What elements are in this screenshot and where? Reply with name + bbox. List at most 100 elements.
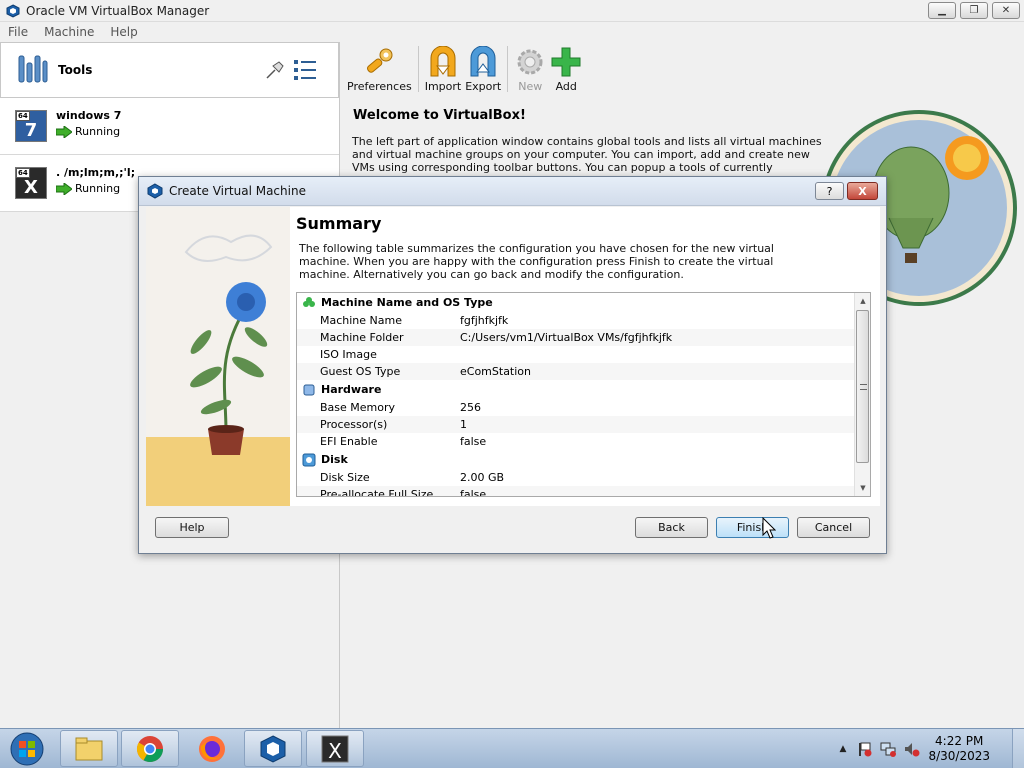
taskbar-firefox[interactable] xyxy=(183,730,241,767)
firefox-icon xyxy=(199,735,225,762)
taskbar-chrome[interactable] xyxy=(121,730,179,767)
add-plus-icon xyxy=(551,47,581,77)
folder-icon xyxy=(75,737,103,760)
virtualbox-taskbar-icon xyxy=(260,734,286,763)
scrollbar-thumb[interactable] xyxy=(856,310,869,463)
row-key: ISO Image xyxy=(320,348,377,361)
create-vm-dialog: Create Virtual Machine ? X Summary The f… xyxy=(138,176,887,554)
new-gear-icon xyxy=(517,49,543,75)
system-clock[interactable]: 4:22 PM 8/30/2023 xyxy=(928,734,990,764)
close-icon: ✕ xyxy=(1001,5,1011,16)
taskbar-explorer[interactable] xyxy=(60,730,118,767)
cancel-button[interactable]: Cancel xyxy=(797,517,870,538)
restore-button[interactable]: ❐ xyxy=(960,2,988,19)
export-label: Export xyxy=(465,80,502,93)
welcome-title: Welcome to VirtualBox! xyxy=(353,108,526,123)
summary-row: Processor(s) 1 xyxy=(297,416,855,433)
row-value: eComStation xyxy=(460,365,532,378)
summary-row: EFI Enable false xyxy=(297,433,855,450)
pin-icon[interactable] xyxy=(264,59,286,81)
row-value: 256 xyxy=(460,401,481,414)
tools-label: Tools xyxy=(58,63,93,77)
vm-x-icon: X xyxy=(321,735,349,763)
show-hidden-icons-arrow-icon[interactable]: ▲ xyxy=(840,744,847,754)
tools-item[interactable]: Tools xyxy=(0,42,339,98)
section-title: Disk xyxy=(321,453,348,466)
tools-menu-list-icon[interactable] xyxy=(292,57,318,83)
machine-name-os-clover-icon xyxy=(303,296,315,307)
row-value: false xyxy=(460,435,487,448)
chrome-icon xyxy=(136,735,164,762)
row-value: 2.00 GB xyxy=(460,471,505,484)
taskbar-vm-window[interactable]: X xyxy=(306,730,364,767)
vm-status: Running xyxy=(56,125,120,138)
system-tray: ▲ 4:22 PM 8/30/2023 xyxy=(840,729,1024,768)
vm-status-label: Running xyxy=(75,125,121,138)
import-icon xyxy=(430,46,456,77)
menu-machine[interactable]: Machine xyxy=(36,25,102,39)
window-titlebar: Oracle VM VirtualBox Manager ▁ ❐ ✕ xyxy=(0,0,1024,22)
vm-status: Running xyxy=(56,182,120,195)
dialog-close-button[interactable]: X xyxy=(847,182,878,200)
back-button[interactable]: Back xyxy=(635,517,708,538)
close-window-button[interactable]: ✕ xyxy=(992,2,1020,19)
vm-name: windows 7 xyxy=(56,109,122,122)
export-button[interactable]: Export xyxy=(463,42,503,98)
preferences-label: Preferences xyxy=(347,80,412,93)
vm-status-label: Running xyxy=(75,182,121,195)
add-label: Add xyxy=(555,80,577,93)
add-button[interactable]: Add xyxy=(548,42,584,98)
menu-help[interactable]: Help xyxy=(102,25,145,39)
scroll-down-arrow-icon[interactable]: ▼ xyxy=(855,480,870,496)
volume-muted-icon[interactable] xyxy=(904,741,920,757)
wizard-flower-illustration xyxy=(146,207,290,506)
summary-table[interactable]: Machine Name and OS Type Machine Name fgf… xyxy=(296,292,871,497)
action-center-flag-icon[interactable] xyxy=(856,741,872,757)
section-header-name-os: Machine Name and OS Type xyxy=(297,293,855,312)
virtualbox-dialog-icon xyxy=(147,183,163,199)
row-key: Machine Name xyxy=(320,314,402,327)
global-toolbar: Preferences Import Export New Add xyxy=(341,42,1024,98)
clock-time: 4:22 PM xyxy=(935,734,984,748)
dialog-help-button[interactable]: ? xyxy=(815,182,844,200)
section-title: Hardware xyxy=(321,383,382,396)
flower-art xyxy=(146,207,290,506)
menu-bar: File Machine Help xyxy=(0,22,1024,42)
row-key: Pre-allocate Full Size xyxy=(320,488,434,497)
summary-row: Machine Folder C:/Users/vm1/VirtualBox VM… xyxy=(297,329,855,346)
help-button[interactable]: Help xyxy=(155,517,229,538)
start-orb-icon[interactable] xyxy=(4,731,50,767)
export-icon xyxy=(470,46,496,77)
os-glyph: 7 xyxy=(24,120,38,141)
menu-file[interactable]: File xyxy=(0,25,36,39)
os-glyph: X xyxy=(24,177,38,198)
running-arrow-icon xyxy=(56,125,72,138)
section-title: Machine Name and OS Type xyxy=(321,296,493,309)
network-icon[interactable] xyxy=(880,741,897,757)
import-button[interactable]: Import xyxy=(423,42,464,98)
vm-list-item-windows-7[interactable]: 64 7 windows 7 Running xyxy=(0,98,339,155)
toolbar-separator xyxy=(417,46,419,92)
wizard-page: Summary The following table summarizes t… xyxy=(290,207,880,506)
summary-scrollbar[interactable]: ▲ ▼ xyxy=(854,293,870,496)
row-value: false xyxy=(460,488,487,497)
question-mark-icon: ? xyxy=(826,184,833,198)
show-desktop-button[interactable] xyxy=(1012,729,1024,768)
scroll-up-arrow-icon[interactable]: ▲ xyxy=(855,293,870,309)
disk-icon xyxy=(302,453,316,466)
new-button[interactable]: New xyxy=(512,42,548,98)
taskbar-virtualbox[interactable] xyxy=(244,730,302,767)
row-value: fgfjhfkjfk xyxy=(460,314,509,327)
close-icon: X xyxy=(858,184,867,198)
minimize-button[interactable]: ▁ xyxy=(928,2,956,19)
hardware-chip-icon xyxy=(303,384,315,395)
minimize-icon: ▁ xyxy=(938,5,946,16)
preferences-button[interactable]: Preferences xyxy=(345,42,414,98)
clock-date: 8/30/2023 xyxy=(928,749,990,763)
row-key: Disk Size xyxy=(320,471,370,484)
mouse-cursor-icon xyxy=(762,517,776,539)
summary-row: ISO Image xyxy=(297,346,855,363)
finish-button[interactable]: Finish xyxy=(716,517,789,538)
row-value: 1 xyxy=(460,418,467,431)
import-label: Import xyxy=(424,80,462,93)
